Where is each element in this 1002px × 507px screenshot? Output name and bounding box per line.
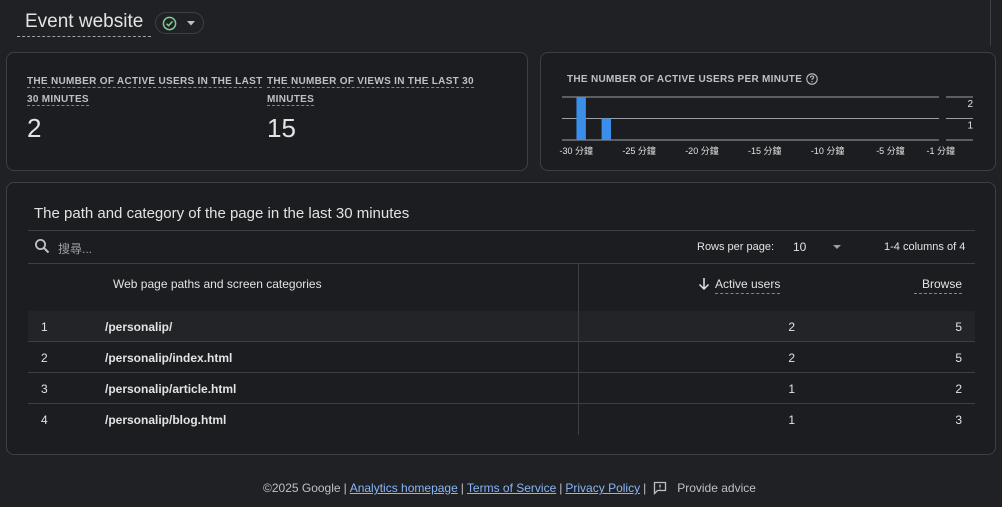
row-active-users: 1 <box>788 382 795 396</box>
active-users-label[interactable]: THE NUMBER OF ACTIVE USERS IN THE LAST 30… <box>27 73 263 109</box>
footer: ©2025 Google | Analytics homepage | Term… <box>263 481 756 495</box>
feedback-icon[interactable] <box>653 481 667 495</box>
divider <box>990 0 991 46</box>
row-path: /personalip/blog.html <box>105 413 227 427</box>
x-tick-label: -15 分鐘 <box>748 145 782 156</box>
x-tick-label: -10 分鐘 <box>811 145 845 156</box>
y-tick-label: 1 <box>967 121 973 132</box>
search-icon[interactable] <box>34 238 50 254</box>
column-header-path[interactable]: Web page paths and screen categories <box>113 277 322 291</box>
active-users-bar-chart: 2 1 -30 分鐘 -25 分鐘 -20 分鐘 -15 分鐘 -10 分鐘 -5 分鐘 -1 … <box>560 96 973 156</box>
x-tick-label: -30 分鐘 <box>560 145 594 156</box>
row-active-users: 2 <box>788 320 795 334</box>
table-row[interactable]: 4 /personalip/blog.html 1 3 <box>28 404 975 435</box>
property-header: Event website <box>17 9 205 37</box>
chart-bar <box>790 139 800 140</box>
active-users-per-minute-card: THE NUMBER OF ACTIVE USERS PER MINUTE 21… <box>540 52 996 171</box>
row-number: 4 <box>41 413 48 427</box>
rows-per-page-select[interactable]: 10 <box>793 240 806 254</box>
search-input[interactable]: 搜尋... <box>58 240 92 257</box>
row-browse: 3 <box>955 413 962 427</box>
chart-bar <box>626 139 637 140</box>
chart-bar <box>852 139 863 140</box>
status-dropdown[interactable] <box>155 12 205 34</box>
row-number: 2 <box>41 351 48 365</box>
table-row[interactable]: 1 /personalip/ 2 5 <box>28 311 975 342</box>
chart-bar <box>702 139 712 140</box>
chart-bar <box>865 139 875 140</box>
chart-bar <box>727 139 737 140</box>
row-number: 1 <box>41 320 48 334</box>
terms-of-service-link[interactable]: Terms of Service <box>467 481 556 495</box>
chart-bar <box>563 139 574 140</box>
pagination-status: 1-4 columns of 4 <box>884 241 966 253</box>
row-browse: 5 <box>955 320 962 334</box>
row-path: /personalip/index.html <box>105 351 233 365</box>
table-row[interactable]: 3 /personalip/article.html 1 2 <box>28 373 975 404</box>
chart-bar <box>689 139 699 140</box>
chart-bar <box>739 139 750 140</box>
chart-bar <box>840 139 850 140</box>
x-tick-label: -25 分鐘 <box>622 145 656 156</box>
row-active-users: 2 <box>788 351 795 365</box>
chart-bar <box>651 139 662 140</box>
rows-per-page-label: Rows per page: <box>697 241 775 253</box>
chart-bar <box>576 97 586 140</box>
chart-bar <box>815 139 825 140</box>
chart-bar <box>601 118 612 140</box>
chart-bar <box>903 139 913 140</box>
page-path-table-card: The path and category of the page in the… <box>6 182 996 455</box>
chart-bar <box>928 139 938 140</box>
caret-down-icon <box>187 20 196 25</box>
row-path: /personalip/ <box>105 320 173 334</box>
row-number: 3 <box>41 382 48 396</box>
check-circle-icon <box>162 16 177 30</box>
chart-bar <box>915 139 926 140</box>
chart-bar <box>802 139 813 140</box>
property-title[interactable]: Event website <box>17 10 152 37</box>
chart-bar <box>614 139 624 140</box>
y-tick-label: 2 <box>967 99 973 110</box>
chart-bar <box>664 139 674 140</box>
divider <box>28 263 975 264</box>
chart-bar <box>676 139 687 140</box>
views-label[interactable]: THE NUMBER OF VIEWS IN THE LAST 30 MINUTE… <box>267 73 474 109</box>
row-active-users: 1 <box>788 413 795 427</box>
column-divider <box>578 264 579 435</box>
arrow-down-icon[interactable] <box>698 277 710 291</box>
chevron-down-icon[interactable] <box>833 245 841 249</box>
table-title: The path and category of the page in the… <box>34 205 410 222</box>
chart-bar <box>764 139 775 140</box>
column-header-browse[interactable]: Browse <box>914 277 963 294</box>
x-tick-label: -20 分鐘 <box>685 145 719 156</box>
row-path: /personalip/article.html <box>105 382 237 396</box>
chart-bar <box>890 139 901 140</box>
copyright: ©2025 Google <box>263 481 341 495</box>
chart-bar <box>878 139 888 140</box>
column-header-active-users[interactable]: Active users <box>715 277 781 294</box>
chart-bar <box>639 139 649 140</box>
divider <box>28 230 975 231</box>
active-users-value: 2 <box>27 113 42 143</box>
views-value: 15 <box>267 113 296 143</box>
x-tick-label: -1 分鐘 <box>926 145 955 156</box>
chart-bar <box>777 139 787 140</box>
x-tick-label: -5 分鐘 <box>876 145 905 156</box>
privacy-policy-link[interactable]: Privacy Policy <box>565 481 640 495</box>
chart-bar <box>752 139 762 140</box>
row-browse: 5 <box>955 351 962 365</box>
chart-bar <box>589 139 599 140</box>
row-browse: 2 <box>955 382 962 396</box>
chart-bar <box>714 139 725 140</box>
table-row[interactable]: 2 /personalip/index.html 2 5 <box>28 342 975 373</box>
provide-advice-link[interactable]: Provide advice <box>677 481 756 495</box>
analytics-homepage-link[interactable]: Analytics homepage <box>350 481 458 495</box>
realtime-metrics-card: THE NUMBER OF ACTIVE USERS IN THE LAST 30… <box>6 52 528 171</box>
chart-bar <box>827 139 838 140</box>
